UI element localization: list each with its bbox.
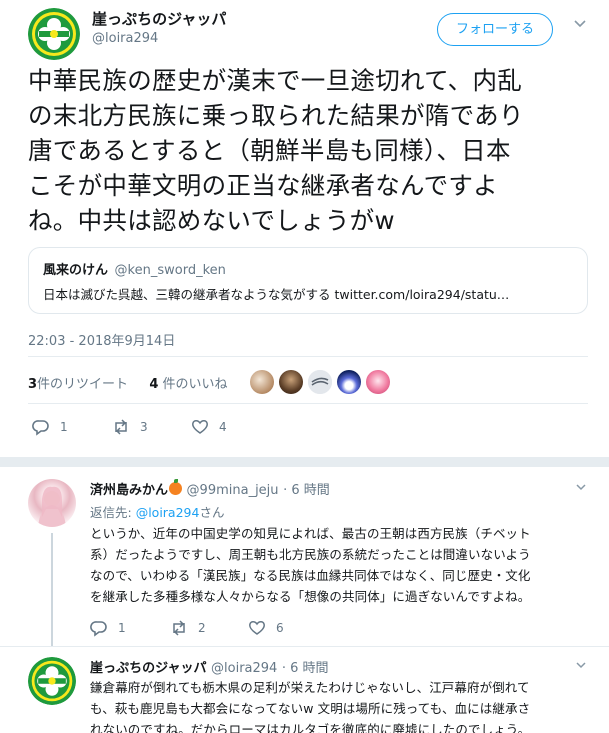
green-crest-logo xyxy=(28,657,76,705)
like-count: 4 xyxy=(149,377,159,392)
retweet-icon xyxy=(115,419,127,435)
reply-time[interactable]: · 6 時間 xyxy=(283,483,330,498)
anime-avatar[interactable] xyxy=(366,370,390,394)
reply-author-avatar[interactable] xyxy=(28,479,76,527)
author-avatar[interactable] xyxy=(28,8,80,60)
reply-count: 1 xyxy=(118,621,126,635)
reply-to-label: 返信先: xyxy=(90,505,132,520)
reply-icon xyxy=(90,621,107,637)
like-button[interactable]: 4 xyxy=(191,418,227,436)
tweet-text: 中華民族の歴史が漢末で一旦途切れて、内乱 の末北方民族に乗っ取られた結果が隋であ… xyxy=(28,66,524,235)
quoted-tweet[interactable]: 風来のけん @ken_sword_ken 日本は滅びた呉越、三韓の継承者なような… xyxy=(28,247,588,314)
retweet-stat-label: 件のリツイート xyxy=(37,377,129,392)
green-crest-logo xyxy=(28,8,80,60)
reply-tweet[interactable]: 済州島みかん @99mina_jeju · 6 時間 返信先: @loira29… xyxy=(0,467,609,651)
quote-author-handle: @ken_sword_ken xyxy=(114,263,226,278)
author-handle[interactable]: @loira294 xyxy=(92,31,158,46)
tweet-timestamp[interactable]: 22:03 - 2018年9月14日 xyxy=(28,330,175,349)
reply-author-handle: @99mina_jeju xyxy=(186,483,279,498)
logo-avatar[interactable] xyxy=(308,370,332,394)
character-avatar[interactable] xyxy=(279,370,303,394)
engagement-stats: 3件のリツイート 4 件のいいね xyxy=(28,373,228,392)
retweet-count-action: 2 xyxy=(198,621,206,635)
retweet-stat[interactable]: 3件のリツイート xyxy=(28,377,128,392)
retweet-count: 3 xyxy=(28,377,38,392)
heart-icon xyxy=(192,420,208,434)
reply-author-handle: @loira294 xyxy=(211,661,278,676)
cat-avatar[interactable] xyxy=(250,370,274,394)
chevron-down-icon[interactable] xyxy=(575,659,587,674)
reply-text: 鎌倉幕府が倒れても栃木県の足利が栄えたわけじゃないし、江戸幕府が倒れて も、萩も… xyxy=(90,680,531,733)
reply-icon xyxy=(32,420,49,436)
quote-text: 日本は滅びた呉越、三韓の継承者なような気がする twitter.com/loir… xyxy=(43,287,510,302)
author-name[interactable]: 崖っぷちのジャッパ xyxy=(92,8,226,29)
heart-icon xyxy=(249,621,265,635)
chevron-down-icon[interactable] xyxy=(573,16,587,30)
reply-time[interactable]: · 6 時間 xyxy=(282,661,329,676)
night-avatar[interactable] xyxy=(337,370,361,394)
reply-to-handle[interactable]: @loira294 xyxy=(136,505,200,520)
reply-author-avatar[interactable] xyxy=(28,657,76,705)
reply-button[interactable]: 1 xyxy=(32,418,68,436)
reply-to-line: 返信先: @loira294さん xyxy=(90,502,224,521)
retweet-button[interactable]: 2 xyxy=(170,619,206,637)
reply-author-name: 済州島みかん xyxy=(90,483,169,498)
like-count-action: 6 xyxy=(276,621,284,635)
like-stat-label: 件のいいね xyxy=(162,377,228,392)
reply-tweet[interactable]: 崖っぷちのジャッパ @loira294 · 6 時間 鎌倉幕府が倒れても栃木県の… xyxy=(0,647,609,733)
section-gap xyxy=(0,457,609,467)
quote-author: 風来のけん @ken_sword_ken xyxy=(43,259,573,278)
reply-author-name: 崖っぷちのジャッパ xyxy=(90,661,207,676)
follow-button[interactable]: フォローする xyxy=(437,13,553,46)
reply-button[interactable]: 1 xyxy=(90,619,126,637)
orange-emoji-icon xyxy=(169,479,183,495)
reply-author[interactable]: 崖っぷちのジャッパ @loira294 · 6 時間 xyxy=(90,657,329,676)
chevron-down-icon[interactable] xyxy=(575,481,587,496)
retweet-count-action: 3 xyxy=(140,420,148,434)
like-count-action: 4 xyxy=(219,420,227,434)
reply-to-suffix: さん xyxy=(199,505,225,520)
reply-count: 1 xyxy=(60,420,68,434)
like-stat[interactable]: 4 件のいいね xyxy=(149,377,227,392)
thread-line xyxy=(51,533,53,651)
reply-text: というか、近年の中国史学の知見によれば、最古の王朝は西方民族（チベット 系）だっ… xyxy=(90,526,531,604)
divider xyxy=(28,403,588,404)
reply-author[interactable]: 済州島みかん @99mina_jeju · 6 時間 xyxy=(90,479,330,498)
divider xyxy=(28,356,588,357)
like-button[interactable]: 6 xyxy=(248,619,284,637)
quote-author-name: 風来のけん xyxy=(43,263,109,278)
retweet-button[interactable]: 3 xyxy=(112,418,148,436)
retweet-icon xyxy=(173,620,185,636)
main-tweet: 崖っぷちのジャッパ @loira294 フォローする 中華民族の歴史が漢末で一旦… xyxy=(0,0,609,457)
